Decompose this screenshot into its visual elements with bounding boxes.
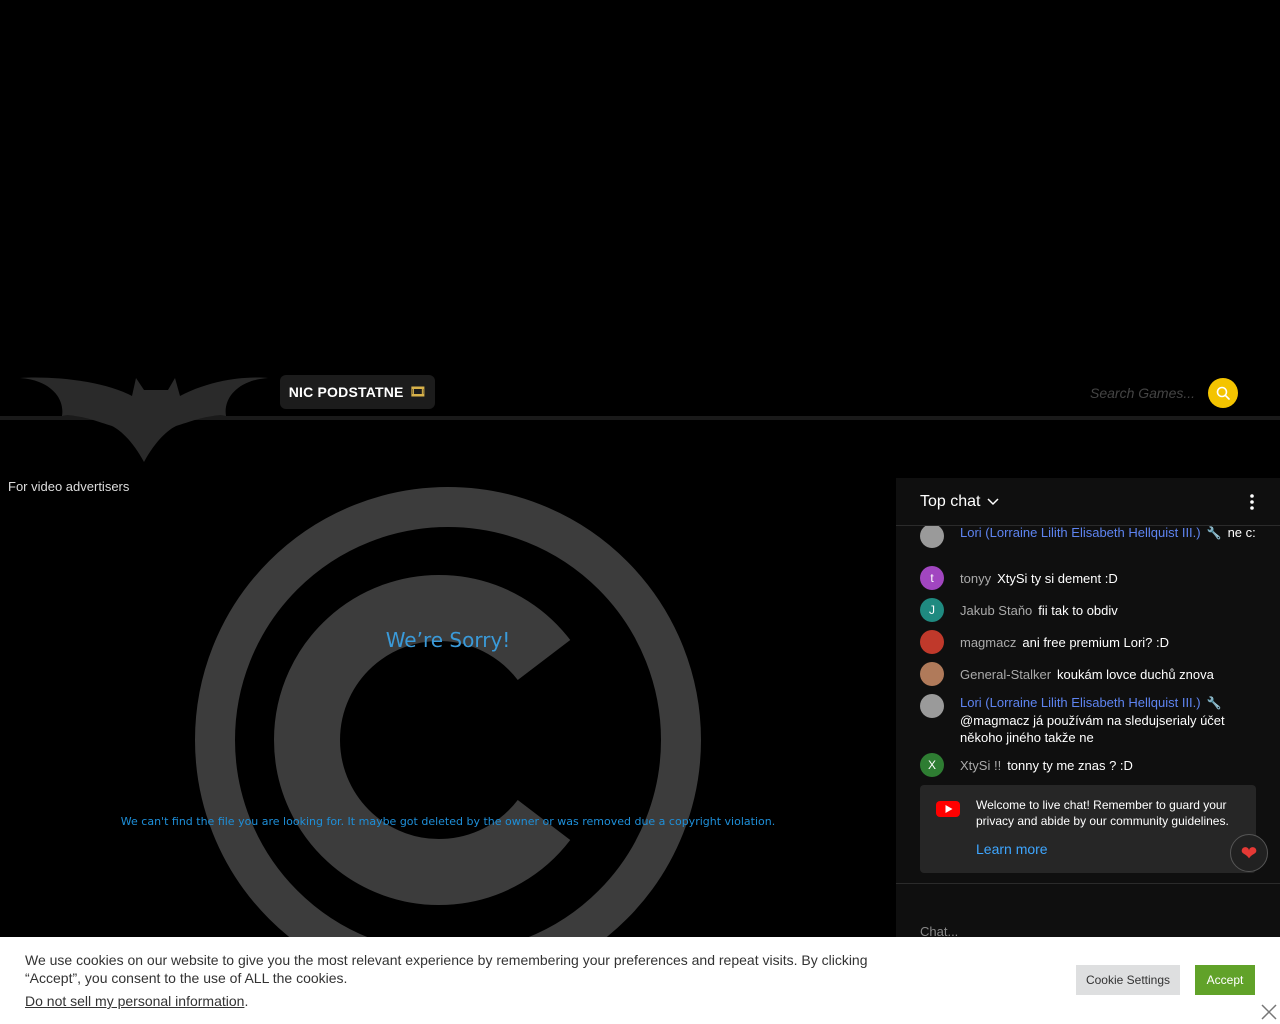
- youtube-icon: [936, 801, 960, 817]
- message-text: koukám lovce duchů znova: [1057, 667, 1214, 682]
- message-text: ani free premium Lori? :D: [1022, 635, 1170, 650]
- welcome-banner: Welcome to live chat! Remember to guard …: [920, 785, 1256, 873]
- avatar: J: [920, 598, 944, 622]
- message-author[interactable]: Jakub Staňo: [960, 603, 1032, 618]
- nav-item-nic-podstatne[interactable]: NIC PODSTATNE 🎞: [280, 375, 435, 409]
- error-message: We can't find the file you are looking f…: [120, 815, 776, 828]
- cookie-settings-button[interactable]: Cookie Settings: [1076, 965, 1180, 995]
- chat-message: Lori (Lorraine Lilith Elisabeth Hellquis…: [920, 694, 1260, 746]
- message-text: fii tak to obdiv: [1038, 603, 1118, 618]
- message-author[interactable]: General-Stalker: [960, 667, 1051, 682]
- cookie-text: We use cookies on our website to give yo…: [25, 952, 868, 986]
- avatar: [920, 662, 944, 686]
- welcome-text: Welcome to live chat! Remember to guard …: [976, 798, 1229, 828]
- accept-button[interactable]: Accept: [1195, 965, 1255, 995]
- heart-icon: ❤: [1240, 842, 1258, 865]
- more-vert-icon[interactable]: [1242, 492, 1262, 512]
- avatar: X: [920, 753, 944, 777]
- learn-more-link[interactable]: Learn more: [976, 841, 1048, 857]
- wrench-icon: 🔧: [1206, 696, 1222, 710]
- message-author[interactable]: XtySi !!: [960, 758, 1001, 773]
- search-button[interactable]: [1208, 378, 1238, 408]
- film-icon: 🎞: [409, 384, 427, 399]
- error-title: We’re Sorry!: [385, 628, 511, 652]
- message-author[interactable]: Lori (Lorraine Lilith Elisabeth Hellquis…: [960, 695, 1201, 710]
- chat-message: X XtySi !! tonny ty me znas ? :D: [920, 753, 1260, 777]
- chat-messages: Lori (Lorraine Lilith Elisabeth Hellquis…: [896, 526, 1280, 886]
- chat-message: General-Stalker koukám lovce duchů znova: [920, 662, 1260, 686]
- message-text: XtySi ty si dement :D: [997, 571, 1118, 586]
- copyright-icon: [195, 487, 701, 993]
- chevron-down-icon: [987, 498, 1000, 506]
- cookie-link-row: Do not sell my personal information.: [25, 993, 248, 1009]
- avatar: t: [920, 566, 944, 590]
- cookie-banner: We use cookies on our website to give yo…: [0, 937, 1280, 1024]
- chat-title: Top chat: [920, 493, 981, 510]
- message-author[interactable]: magmacz: [960, 635, 1016, 650]
- message-text: ne c:: [1227, 526, 1256, 540]
- cookie-link-suffix: .: [244, 993, 249, 1009]
- message-author[interactable]: tonyy: [960, 571, 991, 586]
- video-advertisers-link[interactable]: For video advertisers: [8, 479, 129, 494]
- wrench-icon: 🔧: [1206, 526, 1222, 540]
- search-icon: [1216, 386, 1230, 400]
- close-icon[interactable]: [1258, 1001, 1280, 1023]
- chat-message: J Jakub Staňo fii tak to obdiv: [920, 598, 1260, 622]
- bat-logo[interactable]: [20, 376, 270, 462]
- top-chat-dropdown[interactable]: Top chat: [920, 493, 1000, 511]
- avatar: [920, 694, 944, 718]
- search-input[interactable]: [1084, 378, 1208, 408]
- chat-header: Top chat: [896, 478, 1280, 526]
- message-text: tonny ty me znas ? :D: [1007, 758, 1133, 773]
- chat-message: t tonyy XtySi ty si dement :D: [920, 566, 1260, 590]
- avatar: [920, 526, 944, 548]
- chat-message: Lori (Lorraine Lilith Elisabeth Hellquis…: [920, 526, 1260, 548]
- search-bar: [1084, 378, 1244, 408]
- nav-label: NIC PODSTATNE: [288, 384, 404, 400]
- heart-reaction-button[interactable]: ❤: [1230, 834, 1268, 872]
- avatar: [920, 630, 944, 654]
- message-text: @magmacz já používám na sledujserialy úč…: [960, 713, 1225, 745]
- do-not-sell-link[interactable]: Do not sell my personal information: [25, 993, 244, 1009]
- chat-message: magmacz ani free premium Lori? :D: [920, 630, 1260, 654]
- message-author[interactable]: Lori (Lorraine Lilith Elisabeth Hellquis…: [960, 526, 1201, 540]
- chat-divider: [896, 883, 1280, 884]
